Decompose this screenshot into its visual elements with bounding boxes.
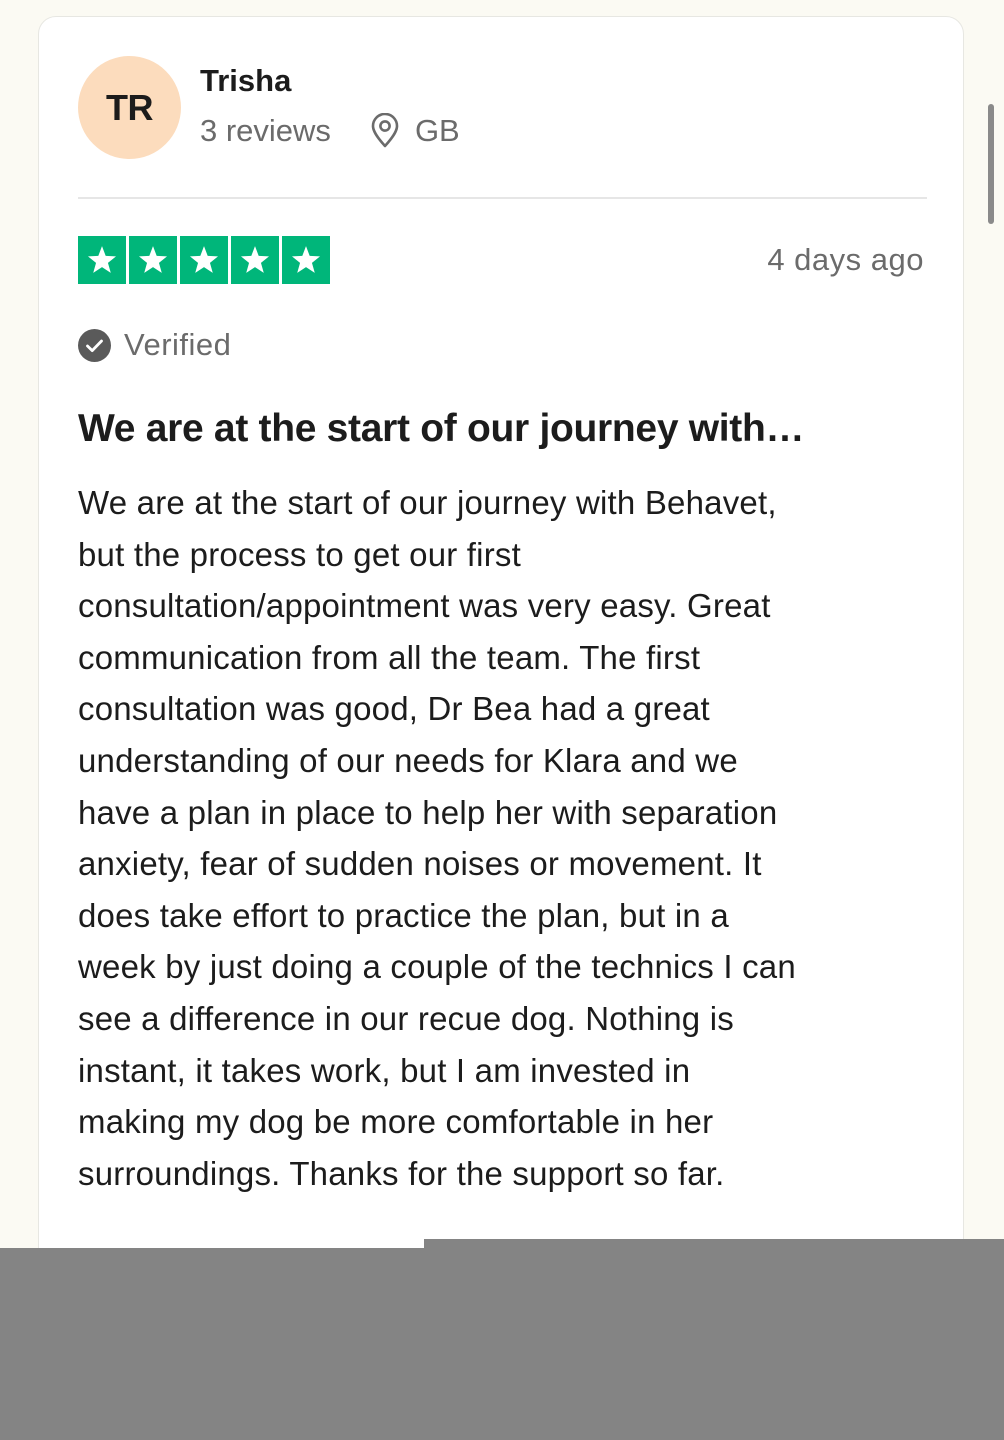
review-title[interactable]: We are at the start of our journey with… [78, 407, 938, 451]
review-body-line: does take effort to practice the plan, b… [78, 896, 729, 934]
review-body-line: surroundings. Thanks for the support so … [78, 1154, 725, 1192]
check-circle-icon [78, 328, 111, 362]
location-pin-icon [369, 112, 401, 149]
bottom-overlay [0, 1248, 1004, 1440]
reviewer-meta: 3 reviews GB [200, 112, 460, 149]
scrollbar-thumb[interactable] [988, 104, 994, 224]
star-icon [282, 236, 330, 284]
verified-badge[interactable]: Verified [78, 327, 231, 363]
review-body-line: instant, it takes work, but I am investe… [78, 1051, 691, 1089]
star-icon [78, 236, 126, 284]
review-body-line: see a difference in our recue dog. Nothi… [78, 999, 734, 1037]
verified-label: Verified [124, 327, 232, 362]
review-body-line: understanding of our needs for Klara and… [78, 741, 738, 779]
star-icon [231, 236, 279, 284]
review-body-line: communication from all the team. The fir… [78, 638, 701, 676]
review-body-line: but the process to get our first [78, 535, 521, 573]
reviewer-location: GB [414, 113, 460, 148]
review-card: TR Trisha 3 reviews GB 4 days ago Verifi… [38, 16, 964, 1276]
star-icon [180, 236, 228, 284]
star-icon [129, 236, 177, 284]
review-body-line: consultation/appointment was very easy. … [78, 587, 771, 625]
review-body-line: We are at the start of our journey with … [78, 484, 777, 521]
review-body-line: consultation was good, Dr Bea had a grea… [78, 690, 710, 728]
star-rating [78, 236, 330, 284]
review-body-line: making my dog be more comfortable in her [78, 1103, 714, 1141]
review-date: 4 days ago [767, 242, 924, 277]
review-body-line: week by just doing a couple of the techn… [78, 948, 796, 986]
review-body-line: anxiety, fear of sudden noises or moveme… [78, 845, 762, 883]
divider [78, 197, 927, 199]
review-body-line: have a plan in place to help her with se… [78, 793, 778, 831]
reviewer-name[interactable]: Trisha [200, 63, 291, 99]
review-body: We are at the start of our journey with … [78, 477, 938, 1199]
reviews-count: 3 reviews [200, 113, 331, 148]
avatar[interactable]: TR [78, 56, 181, 159]
